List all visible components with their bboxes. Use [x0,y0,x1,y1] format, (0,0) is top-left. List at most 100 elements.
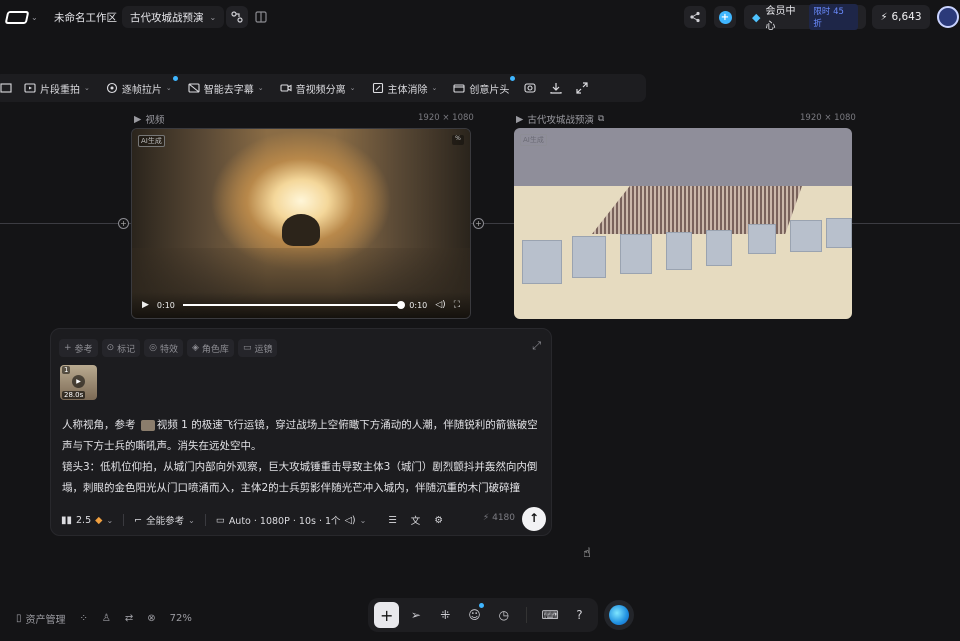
new-dot-indicator [510,76,516,81]
expand-icon[interactable]: ⤢ [532,339,541,353]
output-settings[interactable]: ▭ Auto · 1080P · 10s · 1个 ◁) ⌄ [215,513,367,528]
model-selector[interactable]: ▮▮ 2.5 ◆ ⌄ [61,515,113,526]
keyboard-button[interactable]: ⌨ [537,602,562,628]
prompt-text[interactable]: 人称视角，参考 视频 1 的极速飞行运镜，穿过战场上空俯瞰下方涌动的人潮，伴随锐… [62,415,544,499]
app-logo-menu[interactable]: ⌄ [4,7,46,27]
chip-mark[interactable]: ⊙ 标记 [101,339,141,357]
asset-management-button[interactable]: ▯ 资产管理 [16,611,66,626]
chip-reference[interactable]: + 参考 [59,339,98,357]
layout-toggle-button[interactable] [250,6,272,28]
external-link-icon[interactable]: ⧉ [598,114,604,124]
mode-selector[interactable]: ⌐ 全能参考 ⌄ [134,513,195,528]
question-icon: ? [576,608,583,622]
sliders-icon[interactable]: ⚙ [434,515,443,526]
battering-ram-silhouette [282,214,320,246]
help-button[interactable]: ? [567,602,592,628]
chip-label: 特效 [159,344,178,355]
chevron-down-icon: ⌄ [359,515,367,525]
chip-character-library[interactable]: ◈ 角色库 [187,339,234,357]
diamond-icon: ◆ [752,10,761,24]
prompt-text-line: 镜头3：低机位仰拍，从城门内部向外观察，巨大攻城锤重击导致主体3（城门）剧烈颤抖… [62,461,538,494]
toolbar-leading-icon[interactable] [0,74,16,102]
gem-icon: ◆ [95,514,103,526]
chevron-down-icon: ⌄ [209,12,217,22]
volume-icon: ◁) [344,514,356,526]
grid-apps-icon[interactable]: ⁘ [80,613,88,624]
play-triangle-icon: ▶ [134,113,142,125]
link-nodes-button[interactable] [226,6,248,28]
tool-frame-by-frame[interactable]: 逐帧拉片 ⌄ [98,74,180,102]
play-icon: ▶ [72,375,85,388]
fullscreen-icon[interactable]: ⛶ [454,300,460,310]
add-credits-button[interactable]: + [714,6,736,28]
vip-center-button[interactable]: ◆ 会员中心 限时 45 折 [744,4,866,32]
play-icon[interactable]: ▶ [142,300,149,310]
tool-clip-reshoot[interactable]: 片段重拍 ⌄ [16,74,98,102]
ai-generated-tag: AI生成 [138,135,165,147]
chevron-down-icon: ⌄ [188,515,195,525]
chevron-down-icon: ⌄ [349,84,356,92]
tool-label: 音视频分离 [295,84,346,96]
reference-video-thumb[interactable]: 1 ▶ 28.0s [60,365,97,400]
expand-icon [576,82,588,94]
screen-icon: ▭ [215,514,225,526]
fullscreen-button[interactable] [569,74,595,102]
mode-label: 全能参考 [146,516,185,527]
history-button[interactable]: ◷ [491,602,516,628]
frames-icon [106,82,117,94]
share-icon [690,11,700,23]
send-button[interactable]: ↑ [522,507,546,531]
tool-remove-subtitles[interactable]: 智能去字幕 ⌄ [180,74,272,102]
video-icon: ▭ [242,343,252,353]
layers-icon[interactable]: ⊗ [147,613,155,624]
battle-preview-card[interactable]: AI生成 [514,128,852,319]
project-selector[interactable]: 古代攻城战预演 ⌄ [122,6,225,28]
zoom-level[interactable]: 72% [170,613,192,624]
prompt-reference-label[interactable]: 视频 1 [157,419,188,431]
credits-value: 6,643 [891,11,922,23]
grid-icon [0,83,12,93]
bottom-left-bar: ▯ 资产管理 ⁘ ♙ ⇄ ⊗ 72% [16,611,192,626]
new-dot-indicator [172,76,178,81]
screenshot-icon [524,83,536,93]
notes-icon[interactable]: ☰ [388,515,397,526]
siege-block [572,236,606,278]
user-avatar[interactable] [937,6,959,28]
output-settings-label: Auto · 1080P · 10s · 1个 [228,516,341,527]
shuffle-icon[interactable]: ⇄ [125,613,133,624]
components-button[interactable]: ⁜ [433,602,458,628]
tool-creative-intro[interactable]: 创意片头 [445,74,517,102]
keyboard-icon: ⌨ [541,608,559,622]
corner-badge-icon: % [452,135,464,145]
share-button[interactable] [684,6,706,28]
add-node-button[interactable]: + [374,602,400,628]
download-button[interactable] [543,74,569,102]
video-total-time: 0:10 [409,300,428,310]
screenshot-button[interactable] [517,74,543,102]
tool-audio-video-split[interactable]: 音视频分离 ⌄ [272,74,364,102]
video-node-title: ▶ 视频 [134,112,164,127]
link-icon [231,11,243,23]
node-input-port[interactable]: + [118,218,129,229]
workspace-name[interactable]: 未命名工作区 [54,10,117,25]
credits-display[interactable]: ⚡ 6,643 [872,5,930,29]
node-output-port[interactable]: + [473,218,484,229]
translate-icon[interactable]: 文 [411,513,421,527]
cursor-icon: ➢ [410,608,421,622]
video-progress-bar[interactable] [182,301,406,309]
video-progress-knob[interactable] [397,301,406,309]
emoji-button[interactable]: ☺ [462,602,487,628]
video-progress-fill [182,304,402,306]
people-icon[interactable]: ♙ [102,613,111,624]
tool-subject-removal[interactable]: 主体消除 ⌄ [364,74,446,102]
chip-camera-move[interactable]: ▭ 运镜 [237,339,278,357]
preview-sky [514,128,852,190]
top-bar: ⌄ 未命名工作区 古代攻城战预演 ⌄ + ◆ 会员中心 限时 45 折 ⚡ 6,… [0,0,960,34]
chip-effects[interactable]: ◎ 特效 [144,339,183,357]
ai-assistant-button[interactable] [604,600,634,630]
select-tool-button[interactable]: ➢ [403,602,428,628]
volume-icon[interactable]: ◁) [435,300,445,310]
video-node-card[interactable]: AI生成 % ▶ 0:10 0:10 ◁) ⛶ [131,128,471,319]
reference-mode-icon: ⌐ [134,514,143,526]
chip-label: 参考 [74,344,93,355]
